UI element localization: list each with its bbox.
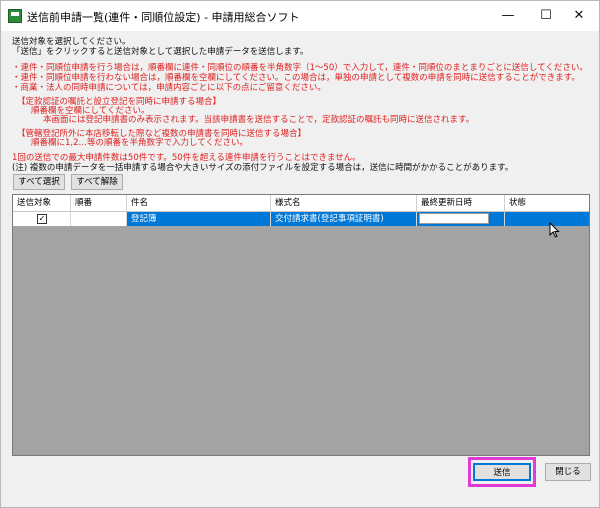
section1-line2: 本画面には登記申請書のみ表示されます。当該申請書を送信することで，定款認証の嘱託… <box>43 115 475 125</box>
caution-note: (注) 複数の申請データを一括申請する場合や大きいサイズの添付ファイルを設定する… <box>12 163 514 173</box>
header-form-name[interactable]: 様式名 <box>271 195 417 211</box>
cell-status[interactable] <box>505 212 589 226</box>
application-grid[interactable]: 送信対象 順番 件名 様式名 最終更新日時 状態 ✓ 登記簿 交付請求書(登記事… <box>12 194 590 456</box>
cell-form-name[interactable]: 交付請求書(登記事項証明書) <box>271 212 417 226</box>
cell-send-target: ✓ <box>13 212 71 226</box>
app-window: 送信前申請一覧(連件・同順位設定) - 申請用総合ソフト — ☐ ✕ 送信対象を… <box>0 0 600 508</box>
header-order[interactable]: 順番 <box>71 195 127 211</box>
deselect-all-button[interactable]: すべて解除 <box>71 174 123 190</box>
note-red-3: ・商業・法人の同時申請については，申請内容ごとに以下の点にご留意ください。 <box>12 83 326 93</box>
mouse-pointer-icon <box>549 221 560 238</box>
instruction-line-2: 「送信」をクリックすると送信対象として選択した申請データを送信します。 <box>12 47 309 57</box>
cell-last-updated[interactable] <box>417 212 505 226</box>
section2-line1: 順番欄に1,2…等の順番を半角数字で入力してください。 <box>31 138 249 148</box>
last-updated-field[interactable] <box>419 213 489 224</box>
grid-header: 送信対象 順番 件名 様式名 最終更新日時 状態 <box>13 195 589 212</box>
header-subject[interactable]: 件名 <box>127 195 271 211</box>
window-title: 送信前申請一覧(連件・同順位設定) - 申請用総合ソフト <box>27 11 300 24</box>
table-row[interactable]: ✓ 登記簿 交付請求書(登記事項証明書) <box>13 212 589 226</box>
send-target-checkbox[interactable]: ✓ <box>37 214 47 224</box>
select-all-button[interactable]: すべて選択 <box>13 174 65 190</box>
header-last-updated[interactable]: 最終更新日時 <box>417 195 505 211</box>
header-status[interactable]: 状態 <box>505 195 589 211</box>
cell-subject[interactable]: 登記簿 <box>127 212 271 226</box>
close-window-button[interactable]: ✕ <box>559 1 599 31</box>
cell-order[interactable] <box>71 212 127 226</box>
close-button[interactable]: 閉じる <box>545 463 591 481</box>
title-bar[interactable]: 送信前申請一覧(連件・同順位設定) - 申請用総合ソフト — ☐ ✕ <box>1 1 599 31</box>
header-send-target[interactable]: 送信対象 <box>13 195 71 211</box>
send-button[interactable]: 送信 <box>473 463 531 481</box>
app-icon <box>8 9 22 23</box>
